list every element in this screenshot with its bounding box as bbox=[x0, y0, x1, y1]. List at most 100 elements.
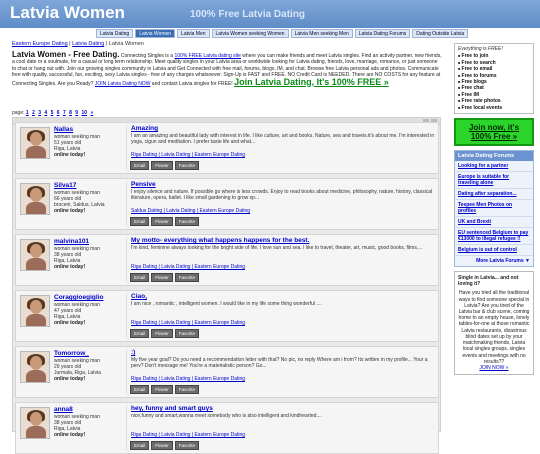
profile-text: I am an amazing and beautiful lady with … bbox=[131, 133, 435, 145]
single-promo-text: Have you tried all the traditional ways … bbox=[458, 290, 530, 365]
profile-location-links[interactable]: Riga Dating | Latvia Dating | Eastern Eu… bbox=[131, 376, 436, 382]
page-title: Latvia Women - Free Dating. bbox=[12, 50, 120, 59]
profile-description: Pensive I enjoy silence and nature. If po… bbox=[126, 181, 436, 227]
photo-face bbox=[30, 244, 42, 258]
photo-body bbox=[26, 202, 46, 214]
intro-part-3: and contact Latvia singles for FREE! bbox=[150, 80, 235, 87]
profile-description: My motto- everything what happens happen… bbox=[126, 237, 436, 283]
free-features-title: Everything is FREE! bbox=[458, 46, 503, 52]
intro-text: Latvia Women - Free Dating. Connecting S… bbox=[12, 50, 442, 87]
page-link[interactable]: 2 bbox=[32, 110, 35, 116]
profile-name[interactable]: Nallas bbox=[54, 126, 118, 134]
profile-text: nice,funny and smart,wanna meet somebody… bbox=[131, 413, 322, 419]
forum-topic[interactable]: Looking for a partner bbox=[455, 161, 533, 173]
page-link[interactable]: 8 bbox=[69, 110, 72, 116]
profile-headline[interactable]: hey, funny and smart guys bbox=[131, 405, 436, 413]
free-features-box: Everything is FREE! Free to join Free to… bbox=[454, 43, 534, 115]
join-free-link[interactable]: Join Latvia Dating, It's 100% FREE » bbox=[234, 77, 389, 87]
page-link[interactable]: 1 bbox=[26, 110, 29, 116]
join-now-button[interactable]: Join now, it's 100% Free » bbox=[454, 118, 534, 147]
profile-photo[interactable] bbox=[20, 351, 50, 383]
profile-photo[interactable] bbox=[20, 183, 50, 215]
page-link[interactable]: 10 bbox=[81, 110, 87, 116]
forum-topic[interactable]: EU sentenced Belgium to pay €13000 to il… bbox=[455, 228, 533, 246]
profile-headline[interactable]: :) bbox=[131, 349, 436, 357]
profile-text: I enjoy silence and nature. If possible … bbox=[131, 189, 433, 201]
intro-part-1: Connecting Singles is a bbox=[120, 53, 175, 59]
join-now-link[interactable]: JOIN Latvia Dating NOW bbox=[95, 81, 151, 87]
profile-info: malvina101 woman seeking man 38 years old R… bbox=[54, 238, 118, 270]
page-link[interactable]: 4 bbox=[44, 110, 47, 116]
profile-headline[interactable]: Amazing bbox=[131, 125, 436, 133]
photo-face bbox=[30, 188, 42, 202]
profile-row: anna8 woman seeking man 38 years old Riga, … bbox=[15, 402, 439, 454]
profile-description: :) My five year goal? Do you need a recom… bbox=[126, 349, 436, 395]
forum-topic[interactable]: Belgium is out of control bbox=[455, 245, 533, 257]
single-promo-join-link[interactable]: JOIN NOW » bbox=[479, 365, 508, 371]
profile-photo[interactable] bbox=[20, 295, 50, 327]
profile-row: Silva17 woman seeking man 66 years old broc… bbox=[15, 178, 439, 230]
breadcrumb-latvia-dating[interactable]: Latvia Dating bbox=[72, 41, 104, 47]
online-status: online today! bbox=[54, 152, 86, 158]
photo-body bbox=[26, 146, 46, 158]
profile-name[interactable]: anna8 bbox=[54, 406, 118, 414]
profile-row: Nallas woman seeking man 51 years old Riga,… bbox=[15, 122, 439, 174]
forums-title[interactable]: Latvia Dating Forums bbox=[455, 151, 533, 162]
profile-row: malvina101 woman seeking man 38 years old R… bbox=[15, 234, 439, 286]
page-link[interactable]: 9 bbox=[75, 110, 78, 116]
profile-headline[interactable]: My motto- everything what happens happen… bbox=[131, 237, 436, 245]
profile-name[interactable]: Tomorrow_ bbox=[54, 350, 118, 358]
profile-headline[interactable]: Ciao, bbox=[131, 293, 436, 301]
page-link[interactable]: 6 bbox=[57, 110, 60, 116]
free-dating-link[interactable]: 100% FREE Latvia dating site bbox=[174, 53, 240, 59]
profile-list: Nallas woman seeking man 51 years old Riga,… bbox=[12, 117, 441, 454]
profile-row: Coraggioegiglio woman seeking man 47 years… bbox=[15, 290, 439, 342]
profile-text: I am nice , romantic , intelligent women… bbox=[131, 301, 322, 307]
page-link[interactable]: 7 bbox=[63, 110, 66, 116]
nav-dating-outside[interactable]: Dating Outside Latvia bbox=[412, 29, 469, 38]
nav-latvia-men[interactable]: Latvia Men bbox=[177, 29, 210, 38]
profile-info: anna8 woman seeking man 38 years old Riga, … bbox=[54, 406, 118, 438]
forums-box: Latvia Dating Forums Looking for a partn… bbox=[454, 150, 534, 268]
breadcrumb-eastern-europe[interactable]: Eastern Europe Dating bbox=[12, 41, 68, 47]
breadcrumb: Eastern Europe Dating | Latvia Dating | … bbox=[12, 41, 144, 47]
photo-body bbox=[26, 258, 46, 270]
forum-topic[interactable]: Teepee Men Photos on profiles bbox=[455, 200, 533, 218]
profile-info: Nallas woman seeking man 51 years old Riga,… bbox=[54, 126, 118, 158]
single-promo-title: Single in Latvia... and not loving it? bbox=[458, 275, 519, 288]
free-feature-item: Free local events bbox=[458, 105, 530, 111]
profile-location-links[interactable]: Riga Dating | Latvia Dating | Eastern Eu… bbox=[131, 320, 436, 326]
profile-info: Coraggioegiglio woman seeking man 47 years… bbox=[54, 294, 118, 326]
profile-name[interactable]: Silva17 bbox=[54, 182, 118, 190]
forum-topic[interactable]: Europe is suitable for traveling alone bbox=[455, 172, 533, 190]
page-link[interactable]: 5 bbox=[51, 110, 54, 116]
profile-description: Ciao, I am nice , romantic , intelligent … bbox=[126, 293, 436, 339]
online-status: online today! bbox=[54, 320, 86, 326]
profile-photo[interactable] bbox=[20, 127, 50, 159]
forum-topic[interactable]: UK and Brexit bbox=[455, 217, 533, 229]
profile-photo[interactable] bbox=[20, 407, 50, 439]
profile-location-links[interactable]: Riga Dating | Latvia Dating | Eastern Eu… bbox=[131, 152, 436, 158]
page-link[interactable]: 3 bbox=[38, 110, 41, 116]
profile-location-links[interactable]: Riga Dating | Latvia Dating | Eastern Eu… bbox=[131, 264, 436, 270]
next-page-link[interactable]: » bbox=[90, 110, 93, 116]
breadcrumb-current: Latvia Women bbox=[108, 41, 144, 47]
nav-dating-forums[interactable]: Latvia Dating Forums bbox=[354, 29, 411, 38]
online-status: online today! bbox=[54, 264, 86, 270]
profile-location-links[interactable]: Saldus Dating | Latvia Dating | Eastern … bbox=[131, 208, 436, 214]
profile-headline[interactable]: Pensive bbox=[131, 181, 436, 189]
nav-men-seeking-men[interactable]: Latvia Men seeking Men bbox=[290, 29, 353, 38]
forum-topic[interactable]: Dating after separation... bbox=[455, 189, 533, 201]
profile-name[interactable]: Coraggioegiglio bbox=[54, 294, 118, 302]
photo-body bbox=[26, 370, 46, 382]
nav-latvia-dating[interactable]: Latvia Dating bbox=[96, 29, 134, 38]
online-status: online today! bbox=[54, 376, 86, 382]
profile-photo[interactable] bbox=[20, 239, 50, 271]
more-forums-link[interactable]: More Latvia Forums ▼ bbox=[455, 256, 533, 266]
nav-latvia-women[interactable]: Latvia Women bbox=[135, 29, 176, 38]
profile-name[interactable]: malvina101 bbox=[54, 238, 118, 246]
profile-description: hey, funny and smart guys nice,funny and … bbox=[126, 405, 436, 451]
nav-women-seeking-women[interactable]: Latvia Women seeking Women bbox=[211, 29, 289, 38]
site-logo[interactable]: Latvia Women bbox=[10, 3, 125, 23]
profile-location-links[interactable]: Riga Dating | Latvia Dating | Eastern Eu… bbox=[131, 432, 436, 438]
